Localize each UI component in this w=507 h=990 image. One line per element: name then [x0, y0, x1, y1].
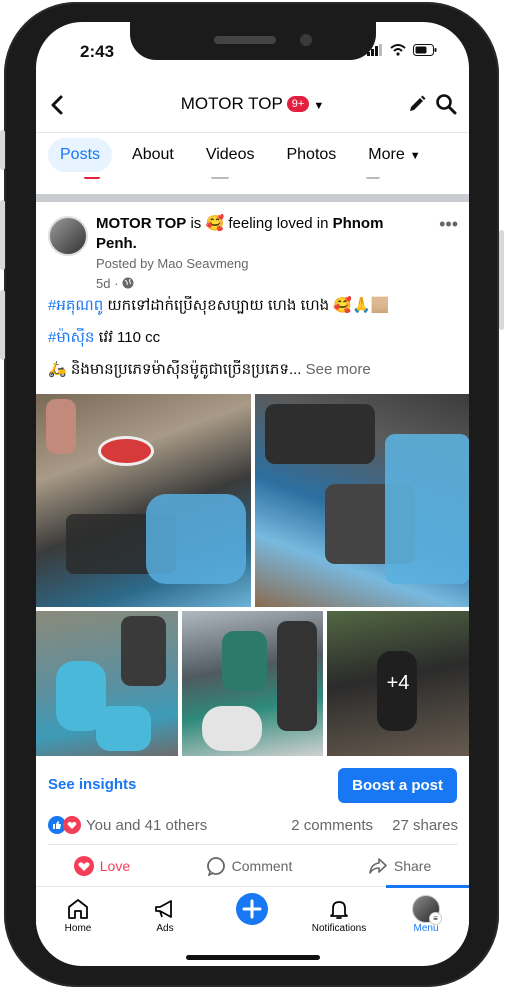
- see-more-link[interactable]: See more: [301, 361, 371, 378]
- side-button: [0, 290, 5, 360]
- screen: 2:43 MOTOR TOP 9+ ▼ Posts About Videos Pho…: [36, 22, 469, 966]
- page-header: MOTOR TOP 9+ ▼: [36, 84, 469, 128]
- avatar: ≡: [412, 895, 442, 925]
- tab-posts[interactable]: Posts: [48, 138, 113, 172]
- more-photos-overlay[interactable]: +4: [327, 611, 469, 756]
- post-line-1-text: យកទៅដាក់ប្រើសុខសប្បាយ ហេង ហេង 🥰🙏🏼: [103, 297, 390, 314]
- nav-notifications-label: Notifications: [311, 923, 367, 934]
- post-photo[interactable]: +4: [327, 611, 469, 756]
- search-icon: [436, 94, 457, 115]
- tab-videos[interactable]: Videos: [194, 138, 267, 172]
- camera: [300, 34, 312, 46]
- love-reaction-icon: [63, 816, 81, 834]
- author-name[interactable]: MOTOR TOP: [96, 215, 186, 232]
- comment-button[interactable]: Comment: [206, 856, 293, 876]
- love-button[interactable]: Love: [73, 856, 131, 876]
- reaction-icons[interactable]: [48, 816, 81, 834]
- page-tabs: Posts About Videos Photos More ▼: [36, 132, 469, 177]
- nav-create[interactable]: [217, 893, 287, 925]
- nav-ads-label: Ads: [156, 923, 174, 934]
- posted-by: Posted by Mao Seavmeng: [96, 256, 249, 271]
- hashtag[interactable]: #ម៉ាស៊ីន: [48, 329, 94, 346]
- page-title-text: MOTOR TOP: [180, 94, 283, 113]
- tab-about[interactable]: About: [120, 138, 186, 172]
- nav-menu[interactable]: ≡ Menu: [391, 895, 461, 934]
- post-photo[interactable]: [36, 394, 251, 607]
- battery-icon: [413, 44, 437, 56]
- boost-post-button[interactable]: Boost a post: [338, 768, 457, 803]
- edit-button[interactable]: [407, 94, 427, 119]
- side-button: [499, 230, 504, 330]
- comments-count[interactable]: 2 comments: [291, 817, 373, 834]
- wifi-icon: [390, 44, 406, 56]
- post-line-3-text: 🛵 និងមានប្រភេទម៉ាស៊ីនម៉ូតូជាច្រើនប្រភេទ.…: [48, 361, 302, 378]
- share-button[interactable]: Share: [368, 856, 431, 876]
- post-line-2: #ម៉ាស៊ីន វេវ 110 cc: [48, 328, 458, 348]
- status-icons: [367, 44, 437, 56]
- more-photos-count: +4: [386, 672, 410, 694]
- hashtag[interactable]: #អគុណពូ: [48, 297, 103, 314]
- post-time-text: 5d ·: [96, 276, 119, 291]
- caret-down-icon: ▼: [313, 100, 325, 112]
- bottom-navigation: Home Ads Notifications ≡ Menu: [36, 885, 469, 953]
- nav-menu-label: Menu: [413, 923, 439, 934]
- plus-icon: [236, 893, 268, 925]
- caret-down-icon: ▼: [409, 150, 421, 162]
- post-photo[interactable]: [36, 611, 178, 756]
- menu-lines-icon: ≡: [429, 912, 442, 925]
- page-title[interactable]: MOTOR TOP 9+ ▼: [36, 94, 469, 114]
- status-time: 2:43: [80, 42, 115, 61]
- is-word: is: [190, 215, 202, 232]
- nav-ads[interactable]: Ads: [130, 895, 200, 934]
- bell-icon: [330, 901, 348, 919]
- post-line-1: #អគុណពូ យកទៅដាក់ប្រើសុខសប្បាយ ហេង ហេង 🥰🙏…: [48, 296, 458, 316]
- post-line-3: 🛵 និងមានប្រភេទម៉ាស៊ីនម៉ូតូជាច្រើនប្រភេទ.…: [48, 360, 458, 380]
- nav-notifications[interactable]: Notifications: [304, 895, 374, 934]
- post-photo[interactable]: [182, 611, 323, 756]
- photo-grid: +4: [36, 394, 469, 756]
- tab-more[interactable]: More ▼: [356, 138, 432, 172]
- nav-home-label: Home: [64, 923, 92, 934]
- search-button[interactable]: [435, 93, 457, 120]
- notification-badge: 9+: [286, 96, 310, 112]
- comment-icon: [206, 857, 225, 876]
- globe-icon: [122, 277, 134, 289]
- post-photo[interactable]: [255, 394, 469, 607]
- side-button: [0, 200, 5, 270]
- post-actions: Love Comment Share: [36, 852, 469, 880]
- previous-post-edge: [36, 177, 469, 185]
- tab-photos[interactable]: Photos: [274, 138, 348, 172]
- side-button: [0, 130, 5, 170]
- pencil-icon: [410, 95, 426, 111]
- home-icon: [68, 899, 88, 919]
- post-author-line: MOTOR TOP is 🥰 feeling loved in Phnom Pe…: [96, 214, 416, 254]
- reaction-summary[interactable]: You and 41 others: [86, 817, 207, 834]
- notch: [130, 22, 376, 60]
- heart-icon: [73, 856, 94, 876]
- share-icon: [369, 858, 387, 874]
- shares-count[interactable]: 27 shares: [392, 817, 458, 834]
- section-separator: [36, 194, 469, 202]
- feeling-text: feeling loved in: [228, 215, 329, 232]
- signal-icon: [367, 44, 382, 56]
- divider: [48, 844, 458, 845]
- tab-more-label: More: [368, 146, 405, 163]
- speaker: [214, 36, 276, 44]
- more-options-icon[interactable]: •••: [439, 214, 458, 235]
- post-time: 5d ·: [96, 276, 134, 291]
- comment-label: Comment: [231, 858, 293, 874]
- post-text: #អគុណពូ យកទៅដាក់ប្រើសុខសប្បាយ ហេង ហេង 🥰🙏…: [48, 296, 458, 392]
- share-label: Share: [393, 858, 432, 874]
- nav-home[interactable]: Home: [43, 895, 113, 934]
- post-line-2-text: វេវ 110 cc: [94, 329, 161, 346]
- love-label: Love: [99, 858, 131, 874]
- home-indicator: [186, 955, 320, 960]
- page-avatar[interactable]: [48, 216, 88, 256]
- see-insights-link[interactable]: See insights: [48, 776, 136, 793]
- megaphone-icon: [155, 900, 172, 918]
- feeling-emoji: 🥰: [205, 215, 225, 232]
- active-tab-indicator: [386, 885, 469, 888]
